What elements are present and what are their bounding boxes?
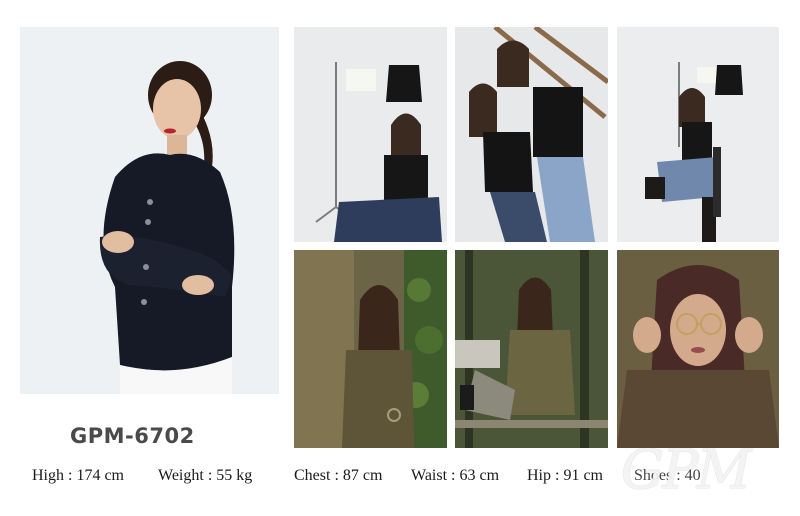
outdoor-photo-1 (294, 250, 447, 448)
studio-photo-3 (617, 27, 779, 242)
hip-measurement: Hip : 91 cm (527, 467, 603, 484)
gpm-watermark: GPM (621, 438, 752, 501)
studio-photo-2 (455, 27, 608, 242)
model-code: GPM-6702 (70, 424, 195, 448)
studio-photo-1 (294, 27, 447, 242)
studio-photo-2-figure (455, 27, 608, 242)
waist-measurement: Waist : 63 cm (411, 467, 500, 484)
outdoor-photo-3-figure (617, 250, 779, 448)
outdoor-photo-2 (455, 250, 608, 448)
main-portrait-figure (20, 27, 279, 394)
chest-measurement: Chest : 87 cm (294, 467, 383, 484)
weight-measurement: Weight : 55 kg (158, 467, 253, 484)
outdoor-photo-1-figure (294, 250, 447, 448)
outdoor-photo-2-figure (455, 250, 608, 448)
main-portrait-photo (20, 27, 279, 394)
studio-photo-3-figure (617, 27, 779, 242)
studio-photo-1-figure (294, 27, 447, 242)
outdoor-photo-3 (617, 250, 779, 448)
height-measurement: High : 174 cm (32, 467, 124, 484)
